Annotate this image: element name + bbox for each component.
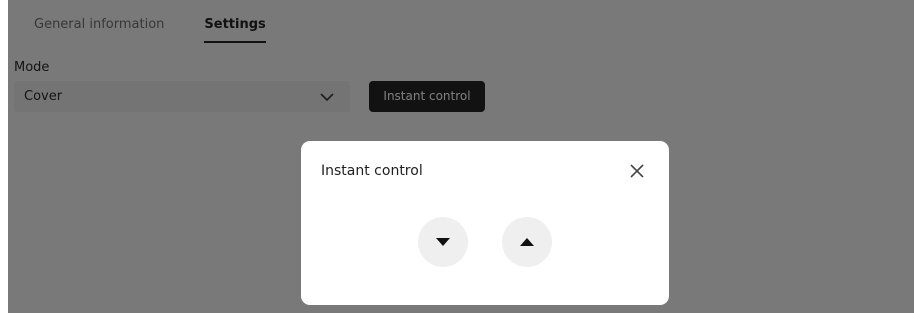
instant-control-dialog: Instant control — [301, 141, 669, 305]
close-button[interactable] — [629, 163, 645, 179]
move-down-button[interactable] — [418, 217, 468, 267]
move-up-button[interactable] — [502, 217, 552, 267]
close-icon — [630, 164, 644, 178]
dialog-title: Instant control — [321, 163, 423, 179]
caret-up-icon — [520, 238, 534, 246]
caret-down-icon — [436, 238, 450, 246]
